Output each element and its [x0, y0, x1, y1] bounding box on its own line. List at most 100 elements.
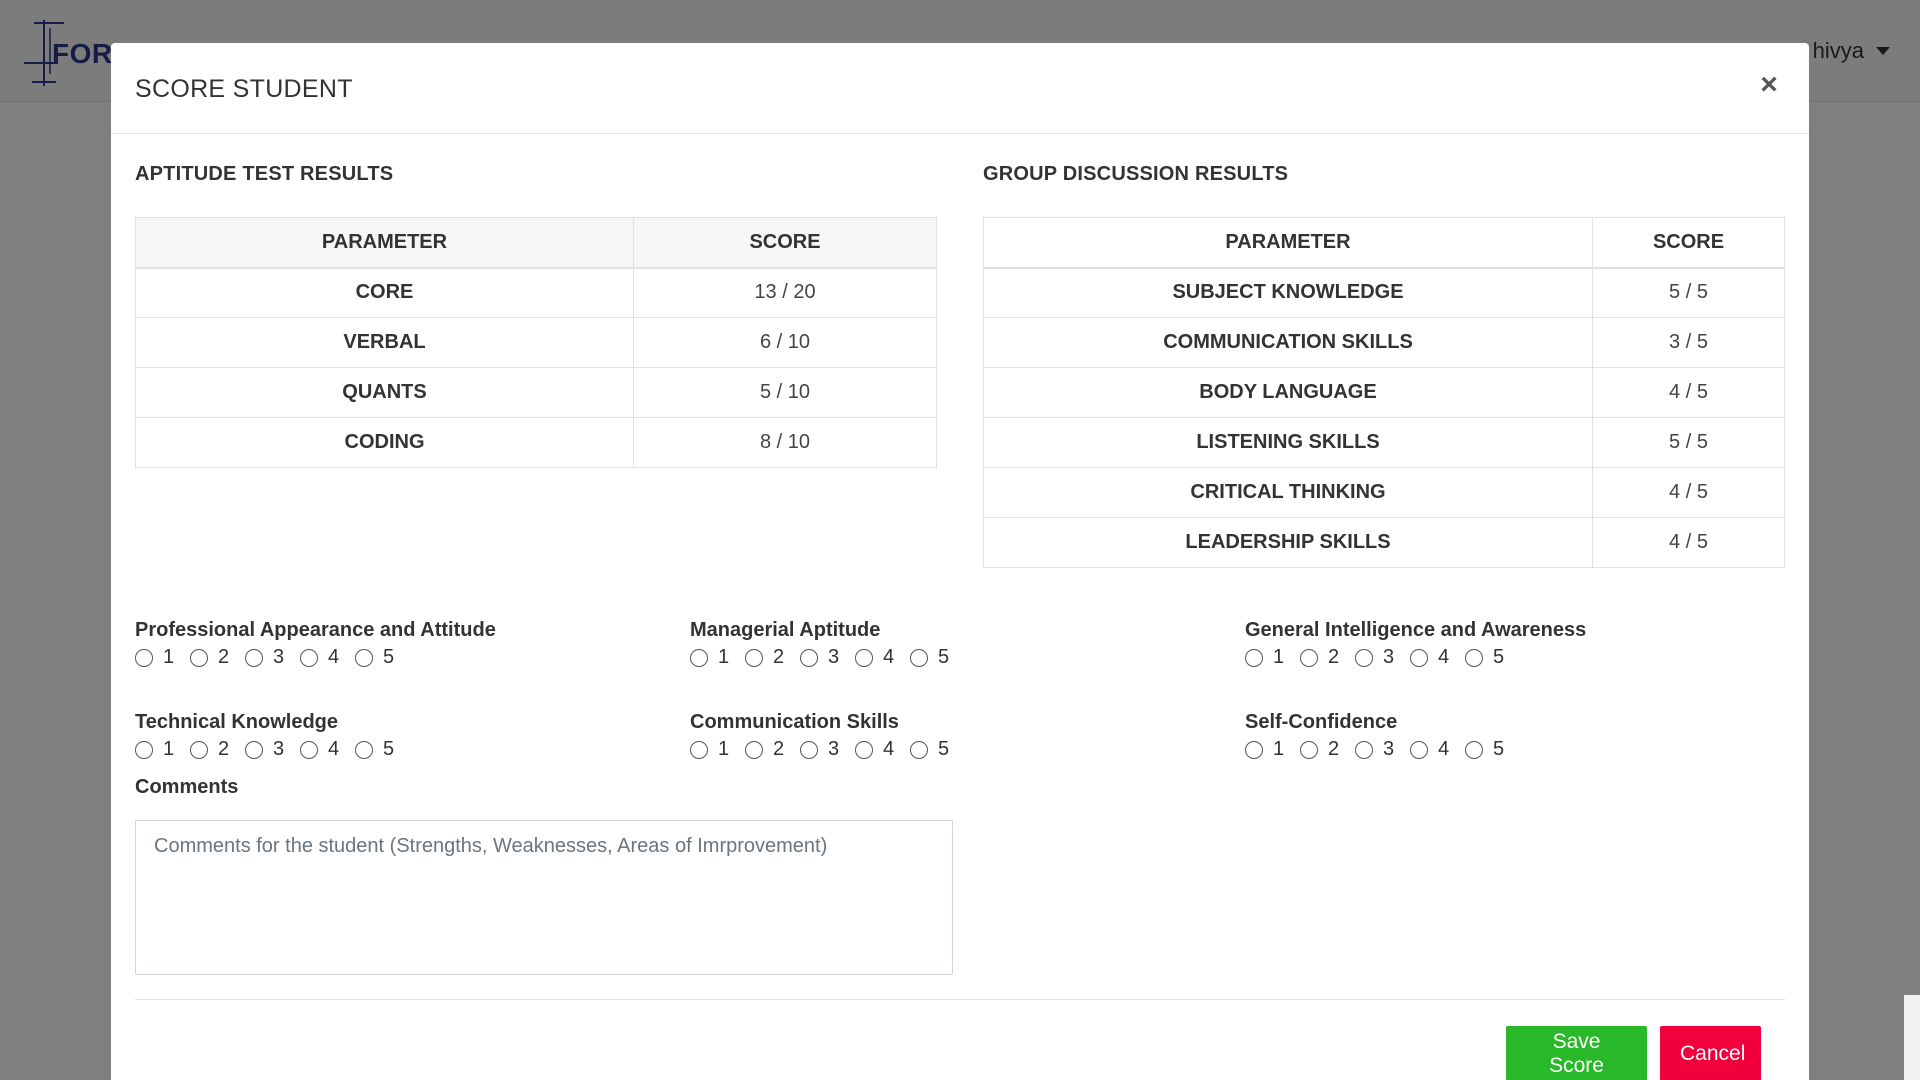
radio-button[interactable] — [800, 740, 818, 759]
radio-label[interactable]: 1 — [718, 738, 730, 761]
radio-label[interactable]: 1 — [1273, 738, 1285, 761]
radio-option[interactable]: 3 — [245, 646, 285, 669]
radio-label[interactable]: 3 — [828, 738, 840, 761]
radio-label[interactable]: 4 — [328, 646, 340, 669]
radio-option[interactable]: 4 — [855, 738, 895, 761]
radio-button[interactable] — [1300, 740, 1318, 759]
radio-option[interactable]: 3 — [800, 738, 840, 761]
radio-label[interactable]: 5 — [383, 738, 395, 761]
radio-group: 1 2 3 4 5 — [690, 646, 965, 669]
radio-option[interactable]: 5 — [910, 646, 950, 669]
radio-button[interactable] — [300, 648, 318, 667]
radio-button[interactable] — [1465, 740, 1483, 759]
radio-button[interactable] — [690, 740, 708, 759]
radio-button[interactable] — [1300, 648, 1318, 667]
radio-button[interactable] — [1245, 740, 1263, 759]
radio-option[interactable]: 3 — [1355, 738, 1395, 761]
radio-option[interactable]: 1 — [1245, 646, 1285, 669]
radio-option[interactable]: 5 — [355, 738, 395, 761]
radio-label[interactable]: 5 — [938, 738, 950, 761]
radio-label[interactable]: 2 — [773, 738, 785, 761]
radio-option[interactable]: 5 — [910, 738, 950, 761]
radio-button[interactable] — [1245, 648, 1263, 667]
save-score-button[interactable]: Save Score — [1506, 1026, 1647, 1080]
radio-option[interactable]: 4 — [300, 646, 340, 669]
radio-button[interactable] — [910, 740, 928, 759]
radio-button[interactable] — [1465, 648, 1483, 667]
radio-button[interactable] — [190, 648, 208, 667]
radio-label[interactable]: 5 — [1493, 646, 1505, 669]
radio-label[interactable]: 5 — [383, 646, 395, 669]
radio-option[interactable]: 5 — [1465, 738, 1505, 761]
radio-option[interactable]: 4 — [855, 646, 895, 669]
radio-group: 1 2 3 4 5 — [1245, 646, 1586, 669]
radio-button[interactable] — [355, 648, 373, 667]
radio-label[interactable]: 4 — [883, 646, 895, 669]
radio-button[interactable] — [910, 648, 928, 667]
radio-label[interactable]: 3 — [828, 646, 840, 669]
radio-button[interactable] — [190, 740, 208, 759]
table-row: LISTENING SKILLS 5 / 5 — [983, 417, 1785, 468]
radio-option[interactable]: 5 — [355, 646, 395, 669]
comments-textarea[interactable] — [135, 820, 953, 975]
radio-option[interactable]: 4 — [300, 738, 340, 761]
radio-label[interactable]: 4 — [328, 738, 340, 761]
radio-option[interactable]: 4 — [1410, 738, 1450, 761]
radio-option[interactable]: 1 — [135, 738, 175, 761]
radio-label[interactable]: 2 — [218, 646, 230, 669]
radio-label[interactable]: 2 — [218, 738, 230, 761]
radio-option[interactable]: 3 — [800, 646, 840, 669]
radio-label[interactable]: 3 — [273, 738, 285, 761]
radio-button[interactable] — [745, 648, 763, 667]
radio-button[interactable] — [855, 648, 873, 667]
radio-label[interactable]: 1 — [163, 646, 175, 669]
radio-option[interactable]: 4 — [1410, 646, 1450, 669]
radio-option[interactable]: 2 — [745, 738, 785, 761]
radio-label[interactable]: 1 — [1273, 646, 1285, 669]
parameter-cell: CORE — [135, 267, 634, 318]
radio-button[interactable] — [745, 740, 763, 759]
radio-button[interactable] — [245, 740, 263, 759]
radio-option[interactable]: 1 — [690, 738, 730, 761]
cancel-button[interactable]: Cancel — [1660, 1026, 1761, 1080]
radio-button[interactable] — [300, 740, 318, 759]
radio-option[interactable]: 2 — [745, 646, 785, 669]
radio-label[interactable]: 4 — [1438, 738, 1450, 761]
radio-option[interactable]: 5 — [1465, 646, 1505, 669]
radio-label[interactable]: 4 — [1438, 646, 1450, 669]
radio-button[interactable] — [355, 740, 373, 759]
radio-option[interactable]: 1 — [135, 646, 175, 669]
radio-option[interactable]: 3 — [245, 738, 285, 761]
radio-label[interactable]: 3 — [273, 646, 285, 669]
radio-label[interactable]: 4 — [883, 738, 895, 761]
radio-label[interactable]: 5 — [938, 646, 950, 669]
radio-option[interactable]: 2 — [190, 738, 230, 761]
radio-label[interactable]: 3 — [1383, 738, 1395, 761]
radio-button[interactable] — [245, 648, 263, 667]
radio-label[interactable]: 5 — [1493, 738, 1505, 761]
scrollbar[interactable] — [1904, 995, 1920, 1080]
radio-label[interactable]: 3 — [1383, 646, 1395, 669]
radio-option[interactable]: 1 — [690, 646, 730, 669]
radio-option[interactable]: 2 — [1300, 738, 1340, 761]
radio-label[interactable]: 2 — [1328, 646, 1340, 669]
radio-button[interactable] — [1355, 740, 1373, 759]
radio-option[interactable]: 2 — [1300, 646, 1340, 669]
radio-button[interactable] — [800, 648, 818, 667]
radio-label[interactable]: 1 — [163, 738, 175, 761]
radio-button[interactable] — [135, 648, 153, 667]
radio-button[interactable] — [1410, 740, 1428, 759]
radio-button[interactable] — [1410, 648, 1428, 667]
radio-button[interactable] — [1355, 648, 1373, 667]
radio-option[interactable]: 1 — [1245, 738, 1285, 761]
radio-option[interactable]: 3 — [1355, 646, 1395, 669]
radio-label[interactable]: 2 — [773, 646, 785, 669]
radio-button[interactable] — [135, 740, 153, 759]
score-cell: 5 / 5 — [1592, 267, 1785, 318]
radio-option[interactable]: 2 — [190, 646, 230, 669]
close-button[interactable]: × — [1754, 67, 1784, 103]
radio-button[interactable] — [690, 648, 708, 667]
radio-label[interactable]: 1 — [718, 646, 730, 669]
radio-button[interactable] — [855, 740, 873, 759]
radio-label[interactable]: 2 — [1328, 738, 1340, 761]
